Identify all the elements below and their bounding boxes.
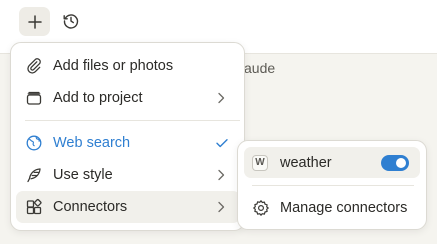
chevron-right-icon xyxy=(218,201,225,213)
background-text: aude xyxy=(244,60,276,76)
submenu-divider xyxy=(252,185,414,186)
connector-badge: W xyxy=(252,154,268,171)
menu-item-label: Use style xyxy=(53,167,113,183)
gear-icon xyxy=(252,199,270,217)
toggle-knob xyxy=(396,158,406,168)
menu-item-add-files[interactable]: Add files or photos xyxy=(16,50,240,82)
chevron-right-icon xyxy=(218,169,225,181)
menu-item-connectors[interactable]: Connectors xyxy=(16,191,240,223)
chevron-right-icon xyxy=(218,92,225,104)
connector-toggle[interactable] xyxy=(381,155,409,171)
check-icon xyxy=(216,139,228,148)
project-box-icon xyxy=(25,89,43,107)
connector-item-weather[interactable]: W weather xyxy=(244,147,420,178)
menu-item-label: Add to project xyxy=(53,90,143,106)
globe-icon xyxy=(25,134,43,152)
manage-connectors-label: Manage connectors xyxy=(280,199,408,216)
history-button[interactable] xyxy=(60,10,82,32)
connectors-submenu: W weather Manage connectors xyxy=(237,140,427,230)
menu-item-add-to-project[interactable]: Add to project xyxy=(16,82,240,114)
add-button[interactable] xyxy=(19,7,50,36)
manage-connectors-item[interactable]: Manage connectors xyxy=(244,192,420,223)
plus-icon xyxy=(27,14,42,29)
menu-item-web-search[interactable]: Web search xyxy=(16,127,240,159)
connectors-grid-icon xyxy=(25,198,43,216)
attachments-menu: Add files or photos Add to project Web s… xyxy=(10,42,245,231)
menu-item-label: Add files or photos xyxy=(53,58,174,74)
menu-item-label: Web search xyxy=(53,135,131,151)
connector-label: weather xyxy=(280,154,332,171)
paperclip-icon xyxy=(25,57,43,75)
menu-item-use-style[interactable]: Use style xyxy=(16,159,240,191)
menu-item-label: Connectors xyxy=(53,199,128,215)
clock-history-icon xyxy=(63,14,79,29)
feather-pen-icon xyxy=(25,166,43,184)
menu-divider xyxy=(25,120,240,121)
